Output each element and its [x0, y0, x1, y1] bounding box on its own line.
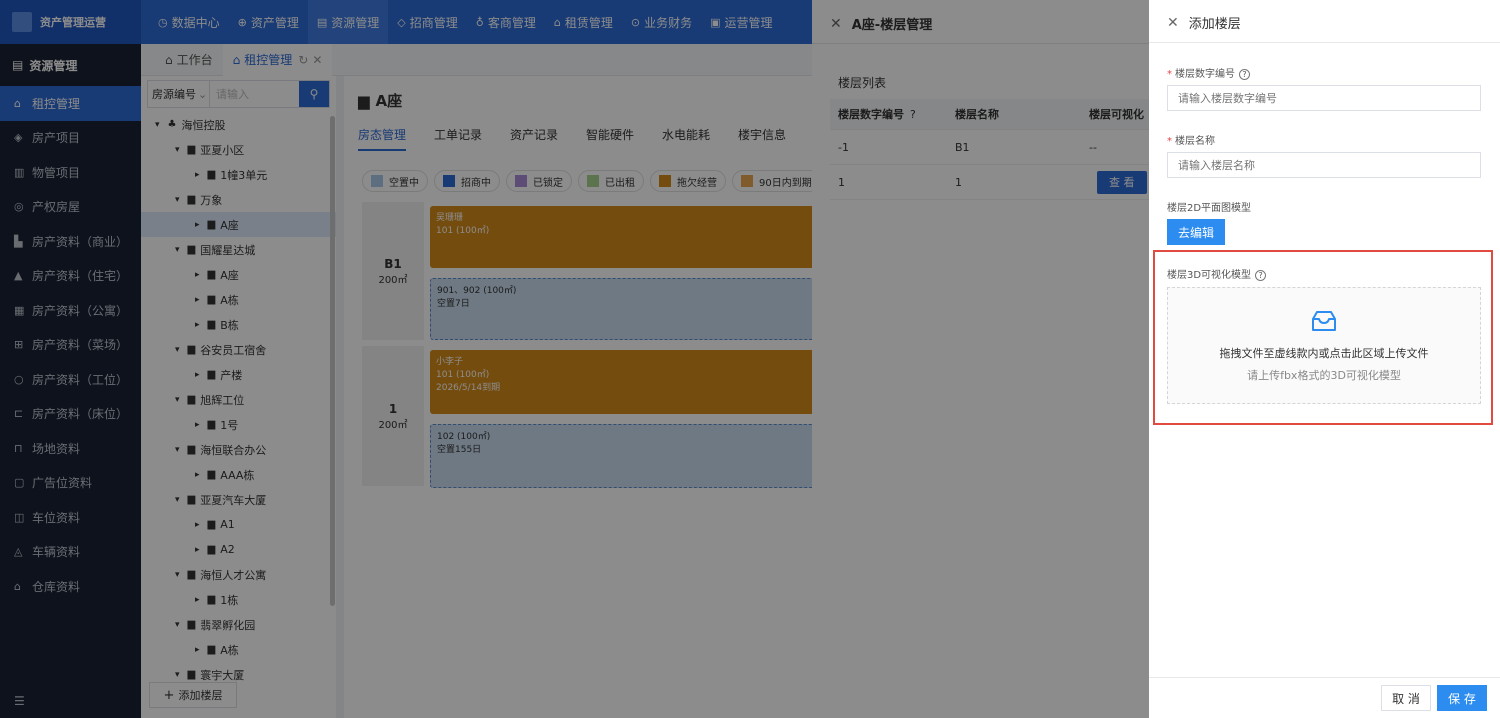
- model3d-label: 楼层3D可视化模型?: [1167, 266, 1267, 281]
- floor-num-input[interactable]: [1167, 85, 1481, 111]
- help-icon: ?: [1239, 69, 1250, 80]
- upload-hint-text: 请上传fbx格式的3D可视化模型: [1247, 368, 1401, 382]
- cancel-button[interactable]: 取 消: [1381, 685, 1431, 711]
- floor-name-label: * 楼层名称: [1167, 136, 1215, 147]
- floor-name-input[interactable]: [1167, 152, 1481, 178]
- floor-num-label: * 楼层数字编号?: [1167, 65, 1250, 80]
- inbox-icon: [1312, 310, 1336, 331]
- save-button[interactable]: 保 存: [1437, 685, 1487, 711]
- help-icon: ?: [1255, 270, 1267, 281]
- modal-mask[interactable]: [0, 0, 812, 718]
- drawer-header: ✕ 添加楼层: [1167, 14, 1241, 33]
- model2d-label: 楼层2D平面图模型: [1167, 203, 1252, 214]
- close-icon[interactable]: ✕: [1167, 15, 1179, 31]
- panel-mask[interactable]: [812, 0, 1149, 718]
- add-floor-drawer: ✕添加楼层 *楼层数字编号? *楼层名称 楼层2D平面图模型 去编辑 楼层3D可…: [1149, 0, 1500, 718]
- edit-2d-button[interactable]: 去编辑: [1167, 219, 1225, 245]
- upload-main-text: 拖拽文件至虚线款内或点击此区域上传文件: [1219, 346, 1429, 360]
- divider: [1149, 42, 1500, 43]
- upload-dropzone[interactable]: 拖拽文件至虚线款内或点击此区域上传文件 请上传fbx格式的3D可视化模型: [1167, 287, 1481, 404]
- divider: [1149, 677, 1500, 678]
